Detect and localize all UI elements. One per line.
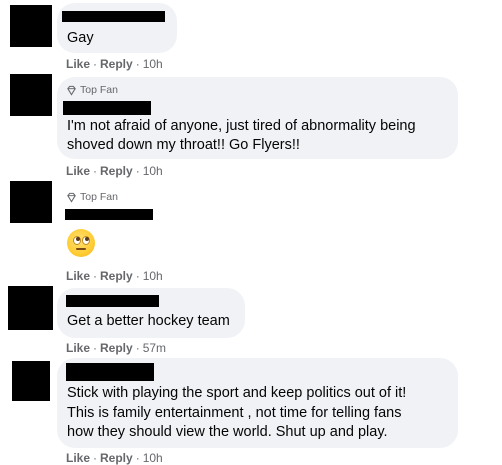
avatar[interactable] [10,181,52,223]
diamond-icon [67,192,76,203]
like-link[interactable]: Like [66,57,90,71]
timestamp[interactable]: 10h [143,269,163,283]
rolling-eyes-emoji-icon [67,229,95,257]
comment-text-line: Stick with playing the sport and keep po… [67,385,407,401]
redacted-author-name [62,11,165,22]
timestamp[interactable]: 10h [143,164,163,178]
reply-link[interactable]: Reply [100,269,133,283]
redacted-author-name [63,101,151,115]
redacted-author-name [66,363,154,381]
separator: · [93,269,98,283]
comment-actions: Like · Reply · 10h [66,451,163,465]
like-link[interactable]: Like [66,341,90,355]
like-link[interactable]: Like [66,269,90,283]
badge-label: Top Fan [80,191,118,203]
comment-actions: Like · Reply · 10h [66,164,163,178]
badge-label: Top Fan [80,84,118,96]
timestamp[interactable]: 57m [143,341,166,355]
comment-actions: Like · Reply · 10h [66,269,163,283]
comment-text-line: Gay [67,30,94,46]
top-fan-badge: Top Fan [66,84,118,96]
reply-link[interactable]: Reply [100,451,133,465]
avatar[interactable] [8,286,53,330]
separator: · [135,164,140,178]
comment-text-line: shoved down my throat!! Go Flyers!! [67,137,300,153]
top-fan-badge: Top Fan [66,191,118,203]
diamond-icon [67,85,76,96]
separator: · [93,164,98,178]
timestamp[interactable]: 10h [143,57,163,71]
reply-link[interactable]: Reply [100,341,133,355]
comment-text-line: I'm not afraid of anyone, just tired of … [67,118,416,134]
avatar[interactable] [10,74,52,116]
avatar[interactable] [10,5,52,47]
separator: · [135,269,140,283]
redacted-author-name [65,209,153,220]
separator: · [135,341,140,355]
separator: · [135,451,140,465]
comment-text-line: how they should view the world. Shut up … [67,424,388,440]
separator: · [93,57,98,71]
separator: · [93,451,98,465]
comment-actions: Like · Reply · 57m [66,341,166,355]
separator: · [93,341,98,355]
separator: · [135,57,140,71]
like-link[interactable]: Like [66,451,90,465]
timestamp[interactable]: 10h [143,451,163,465]
comment-text-line: This is family entertainment , not time … [67,405,402,421]
reply-link[interactable]: Reply [100,57,133,71]
comment-text-line: Get a better hockey team [67,313,230,329]
reply-link[interactable]: Reply [100,164,133,178]
like-link[interactable]: Like [66,164,90,178]
redacted-author-name [66,295,159,307]
avatar[interactable] [12,361,50,401]
comment-actions: Like · Reply · 10h [66,57,163,71]
